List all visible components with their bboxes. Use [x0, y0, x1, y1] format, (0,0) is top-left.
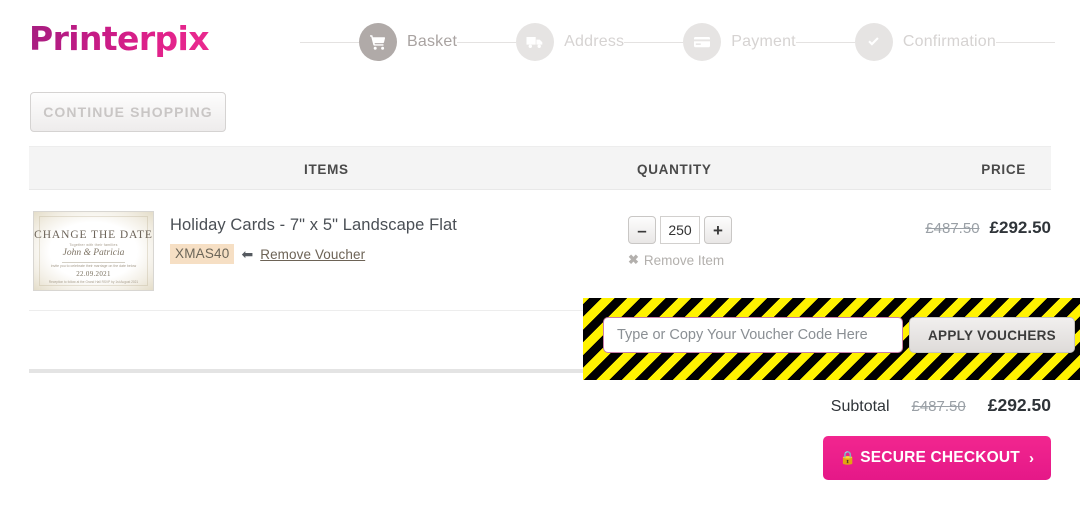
delivery-truck-icon [516, 23, 555, 61]
checkout-progress-stepper: Basket Address Payment Confirmation [300, 22, 1055, 62]
thumbnail-subtext-1: Together with their families [69, 243, 118, 247]
column-header-quantity: QUANTITY [637, 161, 712, 177]
voucher-highlight-annotation: APPLY VOUCHERS [583, 298, 1080, 380]
voucher-code-input[interactable] [603, 317, 903, 353]
applied-voucher-row: XMAS40 ⬅ Remove Voucher [170, 244, 365, 264]
stepper-step-basket[interactable]: Basket [359, 23, 457, 61]
stepper-label-address: Address [564, 33, 625, 50]
item-price-cell: £487.50 £292.50 [925, 218, 1051, 238]
stepper-label-confirmation: Confirmation [902, 33, 996, 50]
voucher-code-badge: XMAS40 [170, 244, 235, 264]
printerpix-logo[interactable]: Printerpix [29, 19, 210, 58]
remove-item-label: Remove Item [643, 252, 725, 268]
stepper-line [795, 41, 855, 43]
column-header-price: PRICE [981, 161, 1026, 177]
quantity-stepper: – + [628, 216, 732, 244]
arrow-left-icon: ⬅ [241, 246, 254, 262]
thumbnail-names: John & Patricia [62, 248, 125, 258]
remove-voucher-link[interactable]: Remove Voucher [260, 247, 365, 262]
quantity-input[interactable] [660, 216, 700, 244]
subtotal-current: £292.50 [987, 395, 1051, 415]
quantity-decrement-button[interactable]: – [628, 216, 656, 244]
stepper-label-payment: Payment [731, 33, 796, 50]
column-header-items: ITEMS [304, 161, 349, 177]
voucher-entry-group: APPLY VOUCHERS [603, 317, 1075, 353]
stepper-label-basket: Basket [407, 33, 458, 50]
stepper-line [300, 41, 360, 43]
thumbnail-date: 22.09.2021 [76, 270, 111, 278]
remove-item-link[interactable]: ✖ Remove Item [628, 252, 724, 268]
secure-checkout-label: SECURE CHECKOUT [860, 449, 1020, 466]
secure-checkout-button[interactable]: 🔒 SECURE CHECKOUT › [823, 436, 1051, 480]
item-price-original: £487.50 [925, 220, 980, 237]
credit-card-icon [683, 23, 722, 61]
product-title[interactable]: Holiday Cards - 7" x 5" Landscape Flat [170, 216, 457, 235]
product-thumbnail[interactable]: CHANGE THE DATE Together with their fami… [33, 211, 154, 291]
close-icon: ✖ [628, 252, 639, 267]
continue-shopping-button[interactable]: CONTINUE SHOPPING [30, 92, 226, 132]
basket-table-header: ITEMS QUANTITY PRICE [29, 146, 1051, 190]
stepper-line [624, 41, 684, 43]
subtotal-row: Subtotal £487.50 £292.50 [831, 395, 1051, 416]
stepper-step-payment[interactable]: Payment [683, 23, 796, 61]
apply-vouchers-button[interactable]: APPLY VOUCHERS [909, 317, 1075, 353]
check-circle-icon [854, 23, 893, 61]
stepper-line [995, 41, 1055, 43]
thumbnail-heading: CHANGE THE DATE [34, 229, 153, 241]
thumbnail-subtext-2: invite you to celebrate their marriage o… [50, 264, 137, 268]
lock-icon: 🔒 [839, 450, 857, 465]
basket-page: Printerpix Basket Address Payment Confir… [0, 0, 1080, 520]
shopping-cart-icon [359, 23, 398, 61]
item-price-current: £292.50 [989, 218, 1051, 237]
chevron-right-icon: › [1028, 449, 1035, 467]
subtotal-original: £487.50 [911, 398, 966, 415]
quantity-increment-button[interactable]: + [704, 216, 732, 244]
subtotal-label: Subtotal [830, 398, 890, 415]
thumbnail-divider [62, 262, 125, 263]
stepper-step-confirmation[interactable]: Confirmation [854, 23, 996, 61]
stepper-line [457, 41, 517, 43]
thumbnail-footer: Reception to follow at the Grand Hall RS… [48, 280, 139, 284]
stepper-step-address[interactable]: Address [516, 23, 624, 61]
